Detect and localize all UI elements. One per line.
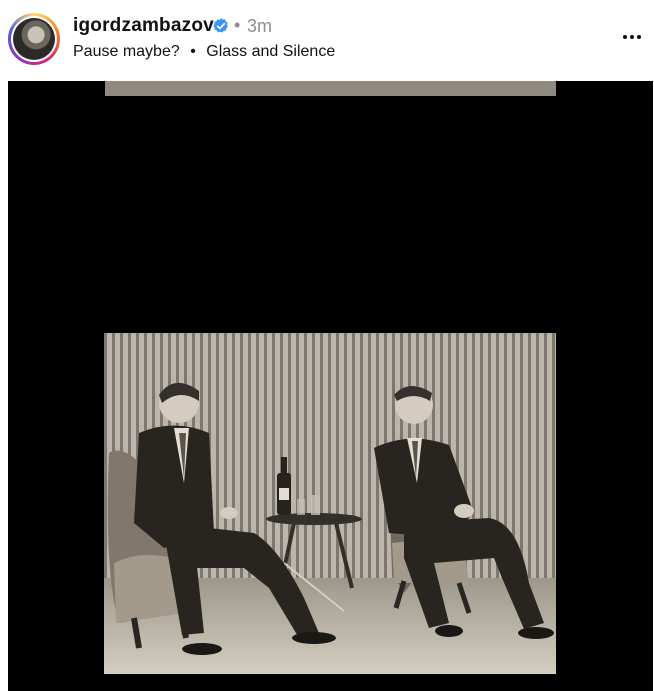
post-media[interactable]: [8, 81, 653, 691]
post-time[interactable]: 3m: [247, 16, 272, 37]
story-ring[interactable]: [8, 13, 60, 65]
more-dot: [637, 35, 641, 39]
more-dot: [630, 35, 634, 39]
audio-link[interactable]: Glass and Silence: [206, 43, 335, 60]
username-link[interactable]: igordzambazov: [73, 15, 214, 37]
post-subline: Pause maybe? • Glass and Silence: [73, 43, 335, 61]
verified-badge-icon: [213, 18, 228, 33]
more-dot: [623, 35, 627, 39]
vintage-photo: [104, 333, 556, 674]
photo-illustration: [104, 333, 556, 674]
caption-text: Pause maybe?: [73, 43, 180, 60]
meta-separator: •: [234, 15, 241, 35]
caption-separator: •: [190, 43, 196, 60]
more-options-icon[interactable]: [618, 22, 646, 52]
post-header: igordzambazov • 3m Pause maybe? • Glass …: [0, 0, 654, 80]
avatar[interactable]: [11, 16, 57, 62]
media-top-strip: [105, 81, 556, 96]
avatar-image: [13, 18, 55, 60]
